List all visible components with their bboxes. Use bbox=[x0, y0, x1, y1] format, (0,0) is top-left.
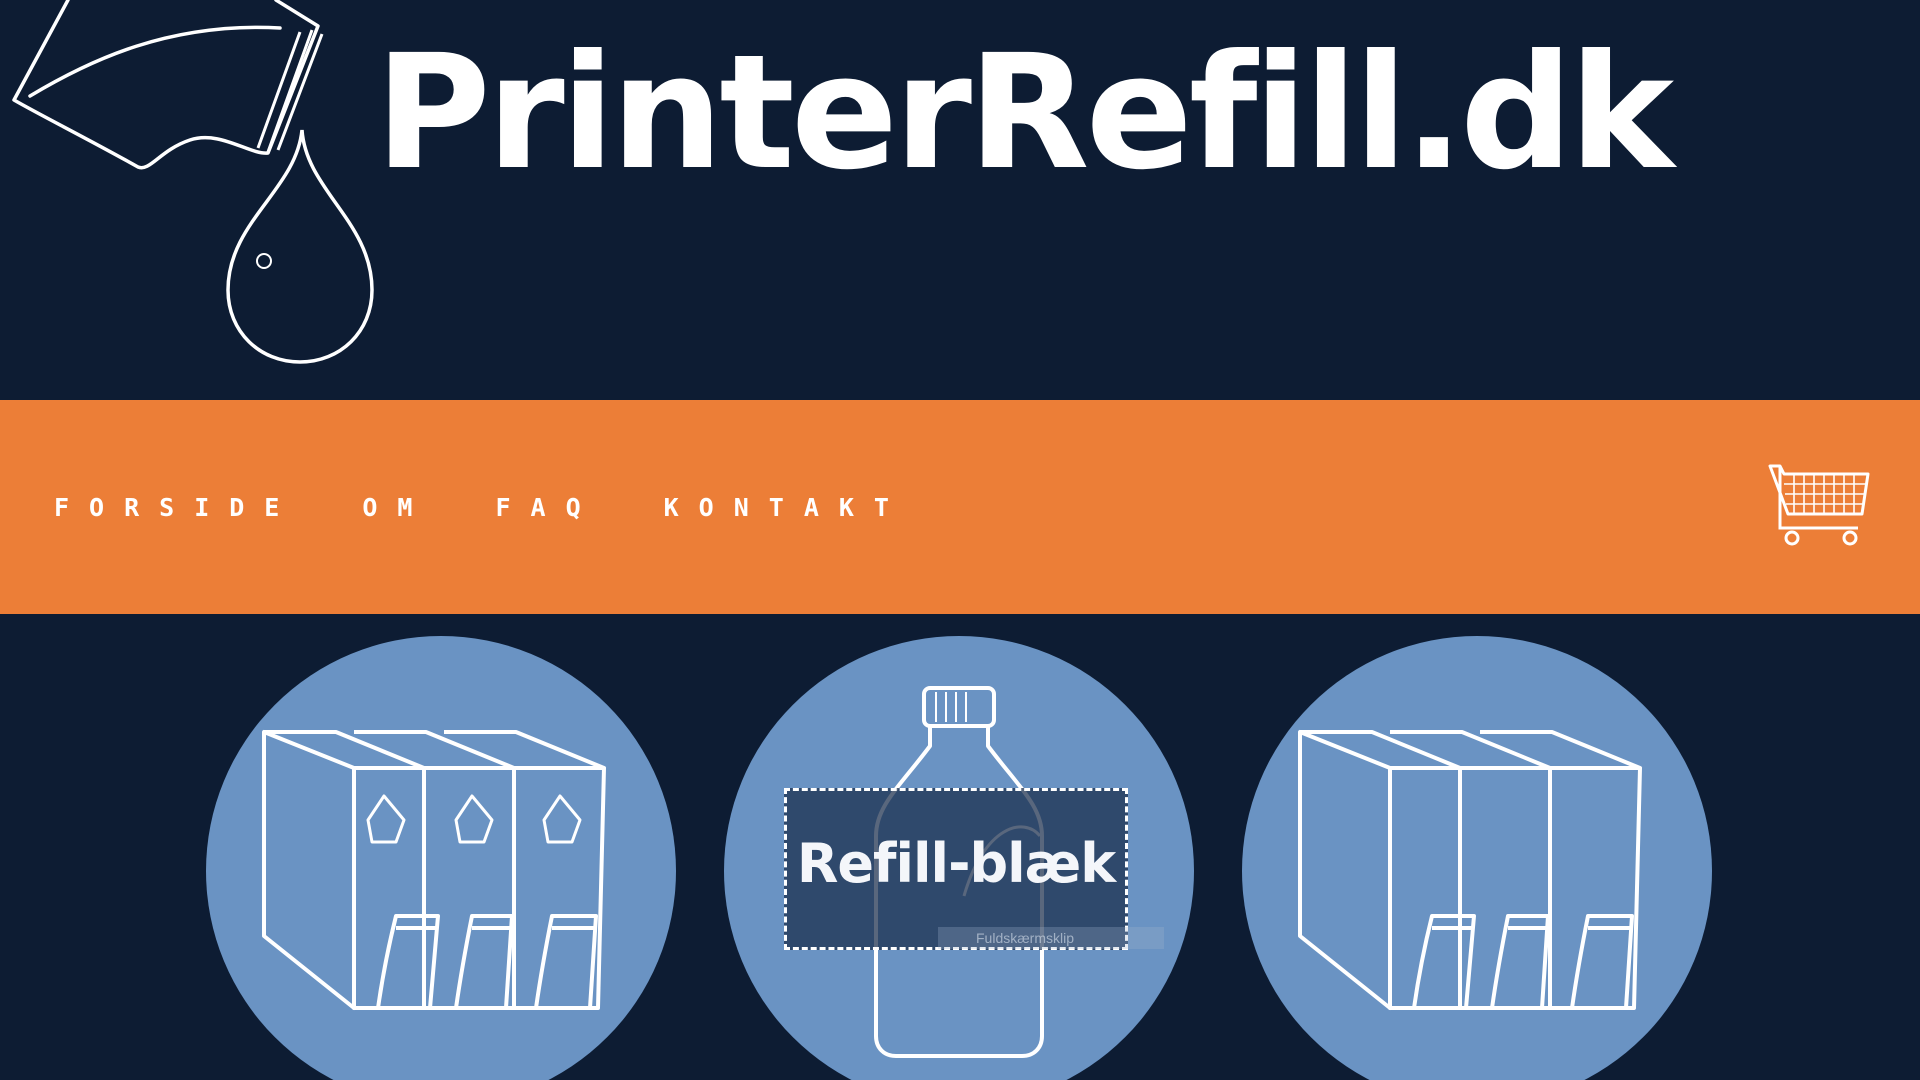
page: PrinterRefill.dk FORSIDE OM FAQ KONTAKT bbox=[0, 0, 1920, 1080]
nav-item-forside[interactable]: FORSIDE bbox=[54, 493, 299, 522]
category-label: Refill-blæk bbox=[796, 832, 1116, 895]
main-nav: FORSIDE OM FAQ KONTAKT bbox=[0, 400, 1920, 614]
category-refill-ink[interactable]: Refill-blæk Fuldskærmsklip bbox=[724, 636, 1194, 1080]
ink-pouch-drop-icon bbox=[12, 0, 374, 364]
recycled-cartridges-icon bbox=[262, 730, 606, 1010]
nav-item-faq[interactable]: FAQ bbox=[495, 493, 600, 522]
site-title[interactable]: PrinterRefill.dk bbox=[375, 18, 1674, 208]
screen-snip-tooltip: Fuldskærmsklip bbox=[938, 927, 1164, 949]
cartridges-icon bbox=[1298, 730, 1642, 1010]
nav-list: FORSIDE OM FAQ KONTAKT bbox=[54, 400, 972, 614]
site-header: PrinterRefill.dk bbox=[0, 0, 1920, 400]
refill-label-box: Refill-blæk bbox=[784, 788, 1128, 950]
nav-item-om[interactable]: OM bbox=[362, 493, 432, 522]
nav-item-kontakt[interactable]: KONTAKT bbox=[664, 493, 909, 522]
site-logo[interactable] bbox=[0, 0, 390, 370]
category-cartridges[interactable] bbox=[1242, 636, 1712, 1080]
cart-button[interactable] bbox=[1768, 462, 1872, 548]
category-recycled-cartridges[interactable] bbox=[206, 636, 676, 1080]
shopping-cart-icon bbox=[1768, 464, 1870, 546]
